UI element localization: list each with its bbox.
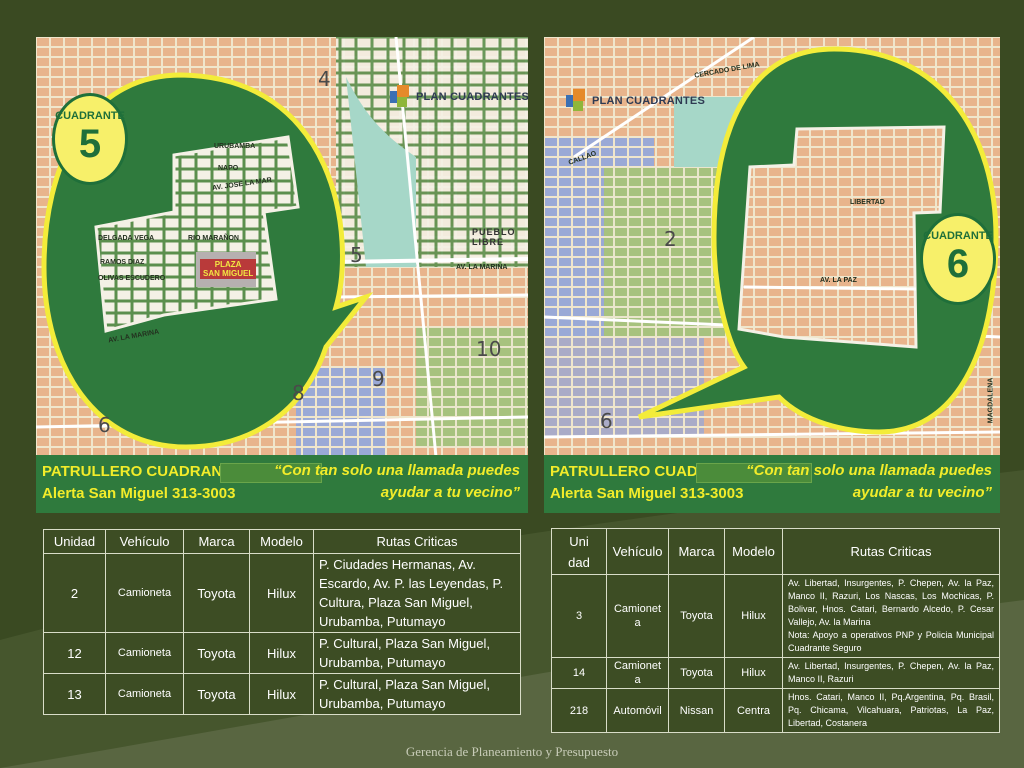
cell-modelo: Hilux xyxy=(249,632,314,674)
cuadrante-badge: CUADRANTE 5 xyxy=(52,93,128,185)
col-header-vehiculo: Vehículo xyxy=(105,529,184,554)
cell-marca: Toyota xyxy=(668,657,725,689)
caption-quote-line1: “Con tan solo una llamada puedes xyxy=(746,462,992,479)
pueblo-libre-label: PUEBLO LIBRE xyxy=(472,227,516,247)
table-row: 13 Camioneta Toyota Hilux P. Cultural, P… xyxy=(43,673,521,715)
cell-rutas: Av. Libertad, Insurgentes, P. Chepen, Av… xyxy=(782,574,1000,658)
caption-phone: Alerta San Miguel 313-3003 xyxy=(42,485,236,502)
badge-number: 6 xyxy=(946,242,970,286)
col-header-rutas: Rutas Criticas xyxy=(313,529,521,554)
plan-cuadrantes-label: PLAN CUADRANTES xyxy=(592,95,705,107)
cell-unidad: 12 xyxy=(43,632,106,674)
street-label: MAGDALENA xyxy=(987,377,995,424)
plan-cuadrantes-label: PLAN CUADRANTES xyxy=(416,91,528,103)
caption-bar: PATRULLERO CUADRANTE 5: Alerta San Migue… xyxy=(36,455,528,513)
col-header-unidad: Unidad xyxy=(551,528,607,575)
col-header-unidad-text: Unidad xyxy=(568,533,590,570)
cell-unidad: 218 xyxy=(551,688,607,733)
table-header-row: Unidad Vehículo Marca Modelo Rutas Criti… xyxy=(551,528,1000,575)
cell-modelo: Hilux xyxy=(249,553,314,633)
plaza-san-miguel-label: PLAZA SAN MIGUEL xyxy=(200,259,257,279)
zone-number: 2 xyxy=(664,227,677,251)
street-label: LIBERTAD xyxy=(850,199,885,206)
plan-cuadrantes-logo-icon xyxy=(566,89,585,111)
caption-quote-line1: “Con tan solo una llamada puedes xyxy=(274,462,520,479)
col-header-marca: Marca xyxy=(183,529,250,554)
cell-vehiculo: Camioneta xyxy=(105,553,184,633)
zone-number: 4 xyxy=(318,67,331,91)
cell-rutas-text: Av. Libertad, Insurgentes, P. Chepen, Av… xyxy=(788,578,994,627)
table-row: 3 Camioneta Toyota Hilux Av. Libertad, I… xyxy=(551,574,1000,658)
col-header-modelo: Modelo xyxy=(249,529,314,554)
cell-marca: Toyota xyxy=(668,574,725,658)
cell-modelo: Centra xyxy=(724,688,783,733)
table-row: 14 Camioneta Toyota Hilux Av. Libertad, … xyxy=(551,657,1000,689)
cell-vehiculo-text: Camioneta xyxy=(613,660,662,686)
badge-number: 5 xyxy=(78,122,102,166)
table-header-row: Unidad Vehículo Marca Modelo Rutas Criti… xyxy=(43,529,521,554)
cell-marca: Toyota xyxy=(183,673,250,715)
rutas-table-cuadrante-5: Unidad Vehículo Marca Modelo Rutas Criti… xyxy=(43,529,521,715)
table-row: 2 Camioneta Toyota Hilux P. Ciudades Her… xyxy=(43,553,521,633)
street-label: URUBAMBA xyxy=(214,143,256,150)
caption-quote-line2: ayudar a tu vecino” xyxy=(380,484,520,501)
street-label: DELGADA VEGA xyxy=(98,235,155,242)
street-label: AV. LA MARINA xyxy=(456,264,508,271)
badge-word: CUADRANTE xyxy=(923,230,993,242)
cell-vehiculo: Camioneta xyxy=(606,574,669,658)
cell-unidad: 13 xyxy=(43,673,106,715)
map-cuadrante-6: PLAN CUADRANTES CUADRANTE 6 CERCADO DE L… xyxy=(544,37,1000,513)
col-header-modelo: Modelo xyxy=(724,528,783,575)
street-label: RIO MARAÑON xyxy=(188,235,239,242)
footer-text: Gerencia de Planeamiento y Presupuesto xyxy=(405,744,619,759)
cell-rutas: Hnos. Catari, Manco II, Pq.Argentina, Pq… xyxy=(782,688,1000,733)
zone-number: 5 xyxy=(350,243,363,267)
map-cuadrante-5: CUADRANTE 5 PLAN CUADRANTES URUBAMBA NAP… xyxy=(36,37,528,513)
cell-modelo: Hilux xyxy=(724,657,783,689)
caption-phone: Alerta San Miguel 313-3003 xyxy=(550,485,744,502)
cell-vehiculo: Automóvil xyxy=(606,688,669,733)
cell-vehiculo: Camioneta xyxy=(105,673,184,715)
col-header-marca: Marca xyxy=(668,528,725,575)
zone-number: 8 xyxy=(292,381,305,405)
cell-rutas: P. Cultural, Plaza San Miguel, Urubamba,… xyxy=(313,673,521,715)
cell-vehiculo: Camioneta xyxy=(105,632,184,674)
cell-rutas: P. Ciudades Hermanas, Av. Escardo, Av. P… xyxy=(313,553,521,633)
cell-vehiculo-text: Camioneta xyxy=(613,603,662,629)
cell-marca: Toyota xyxy=(183,632,250,674)
cell-rutas-nota: Nota: Apoyo a operativos PNP y Policia M… xyxy=(788,630,994,653)
badge-word: CUADRANTE xyxy=(55,110,125,122)
cell-unidad: 14 xyxy=(551,657,607,689)
cell-vehiculo: Camioneta xyxy=(606,657,669,689)
cuadrante-badge: CUADRANTE 6 xyxy=(920,213,996,305)
cell-vehiculo-text: Automóvil xyxy=(613,704,662,717)
cell-marca: Toyota xyxy=(183,553,250,633)
zone-number: 9 xyxy=(372,367,385,391)
cell-rutas: Av. Libertad, Insurgentes, P. Chepen, Av… xyxy=(782,657,1000,689)
caption-quote-line2: ayudar a tu vecino” xyxy=(852,484,992,501)
zone-number: 10 xyxy=(476,337,502,361)
table-row: 218 Automóvil Nissan Centra Hnos. Catari… xyxy=(551,688,1000,733)
cell-modelo: Hilux xyxy=(724,574,783,658)
street-label: OLIVAS ESCUDERO xyxy=(98,275,166,282)
cell-rutas: P. Cultural, Plaza San Miguel, Urubamba,… xyxy=(313,632,521,674)
zone-number: 6 xyxy=(600,409,613,433)
cell-modelo: Hilux xyxy=(249,673,314,715)
street-label: NAPO xyxy=(218,165,239,172)
street-label: RAMOS DIAZ xyxy=(100,259,145,266)
cell-unidad: 3 xyxy=(551,574,607,658)
rutas-table-cuadrante-6: Unidad Vehículo Marca Modelo Rutas Criti… xyxy=(551,528,1000,733)
plan-cuadrantes-logo-icon xyxy=(390,85,409,107)
caption-bar: PATRULLERO CUADRANTE 6 Alerta San Miguel… xyxy=(544,455,1000,513)
table-row: 12 Camioneta Toyota Hilux P. Cultural, P… xyxy=(43,632,521,674)
col-header-unidad: Unidad xyxy=(43,529,106,554)
col-header-vehiculo: Vehículo xyxy=(606,528,669,575)
col-header-rutas: Rutas Criticas xyxy=(782,528,1000,575)
cell-unidad: 2 xyxy=(43,553,106,633)
zone-number: 6 xyxy=(98,413,111,437)
cell-marca: Nissan xyxy=(668,688,725,733)
street-label: AV. LA PAZ xyxy=(820,277,857,284)
